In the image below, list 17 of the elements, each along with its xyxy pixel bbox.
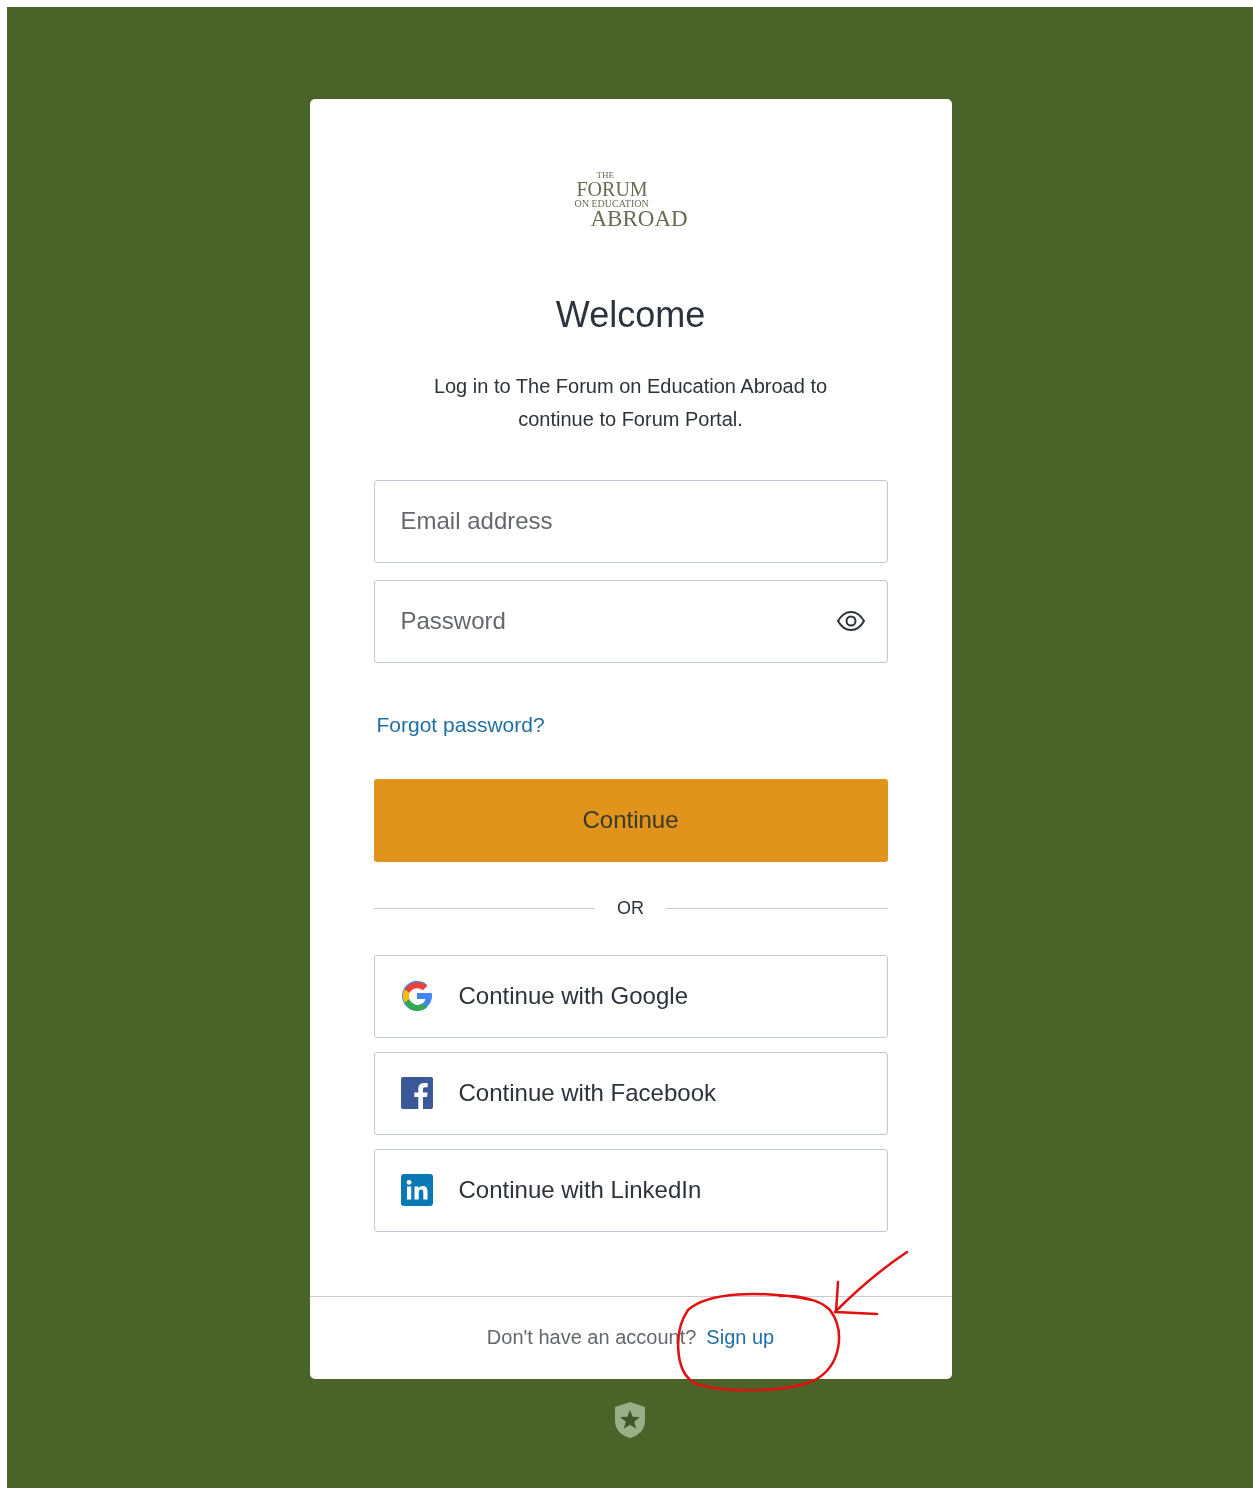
linkedin-in-icon	[400, 1174, 433, 1207]
shield-star-icon	[613, 1400, 647, 1439]
social-login-button[interactable]: Continue with LinkedIn	[373, 1148, 888, 1232]
or-separator: OR	[617, 897, 644, 919]
email-field[interactable]: Email address	[373, 479, 888, 563]
forgot-password-link[interactable]: Forgot password?	[373, 712, 545, 737]
welcome-title: Welcome	[554, 293, 707, 336]
eye-icon[interactable]	[835, 609, 866, 632]
social-login-button[interactable]: Continue with Facebook	[373, 1051, 888, 1135]
password-field[interactable]: Password	[373, 579, 888, 663]
login-description: Log in to The Forum on Education Abroad to continue to Forum Portal.	[432, 373, 829, 432]
sign-up-link[interactable]: Sign up	[706, 1326, 775, 1350]
continue-button[interactable]: Continue	[373, 778, 888, 862]
google-g-icon	[400, 980, 433, 1013]
facebook-f-icon	[400, 1077, 433, 1110]
social-login-button[interactable]: Continue with Google	[373, 954, 888, 1038]
logo: THE FORUM ON EDUCATION ABROAD	[574, 171, 687, 230]
